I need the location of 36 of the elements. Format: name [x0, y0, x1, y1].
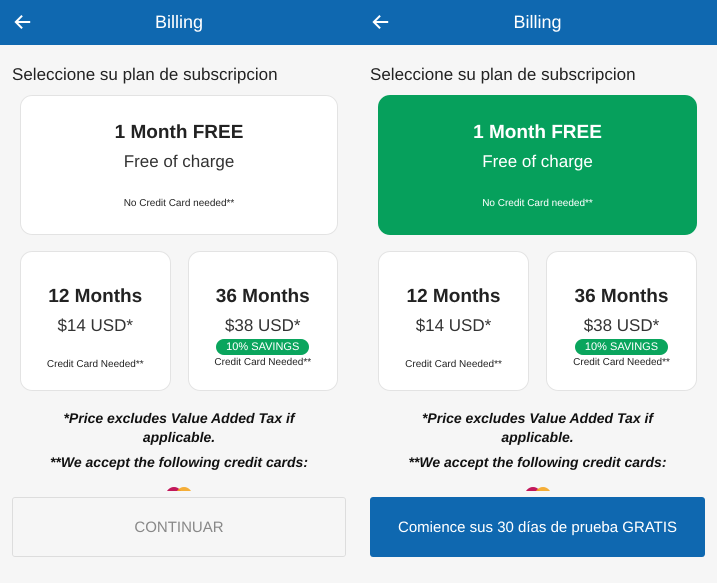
savings-badge: 10% SAVINGS	[216, 339, 310, 355]
section-heading: Seleccione su plan de subscripcion	[370, 65, 637, 85]
plan-note: Credit Card Needed**	[573, 357, 670, 368]
plan-note: Credit Card Needed**	[46, 359, 144, 370]
plan-name: 36 Months	[574, 286, 668, 308]
plan-price: $38 USD*	[224, 316, 301, 336]
plan-price: $38 USD*	[584, 316, 660, 336]
footnote: *Price excludes Value Added Tax if applicable.	[62, 409, 297, 447]
back-arrow-icon[interactable]	[14, 13, 32, 31]
plan-note: No Credit Card needed**	[124, 198, 234, 208]
footnote: **We accept the following credit cards:	[407, 453, 668, 472]
screen-title: Billing	[154, 12, 204, 33]
plan-card[interactable]: 36 Months $38 USD* 10% SAVINGS Credit Card Needed**	[546, 251, 697, 391]
savings-badge: 10% SAVINGS	[574, 339, 668, 355]
footnote: **We accept the following credit cards:	[48, 453, 310, 472]
plan-name: 1 Month FREE	[114, 122, 244, 144]
plan-name: 1 Month FREE	[473, 122, 602, 144]
plan-card[interactable]: 12 Months $14 USD* Credit Card Needed**	[378, 251, 529, 391]
plan-price: $14 USD*	[57, 316, 134, 336]
plan-card[interactable]: 12 Months $14 USD* Credit Card Needed**	[20, 251, 170, 391]
plan-note: Credit Card Needed**	[405, 359, 502, 370]
footnote: *Price excludes Value Added Tax if applicable.	[420, 409, 656, 447]
plan-name: 12 Months	[406, 286, 500, 308]
plan-price: $14 USD*	[416, 316, 492, 336]
continue-button[interactable]: Comience sus 30 días de prueba GRATIS	[370, 497, 705, 557]
screen-title: Billing	[513, 12, 562, 33]
plan-subtitle: Free of charge	[124, 152, 234, 172]
section-heading: Seleccione su plan de subscripcion	[12, 65, 279, 85]
plan-card[interactable]: 36 Months $38 USD* 10% SAVINGS Credit Card Needed**	[188, 251, 338, 391]
back-arrow-icon[interactable]	[372, 13, 390, 31]
plan-note: Credit Card Needed**	[214, 357, 312, 368]
plan-name: 12 Months	[48, 286, 142, 308]
plan-note: No Credit Card needed**	[482, 198, 593, 208]
plan-name: 36 Months	[216, 286, 310, 308]
free-plan-card[interactable]: 1 Month FREE Free of charge No Credit Card needed**	[20, 95, 338, 235]
plan-subtitle: Free of charge	[482, 152, 593, 172]
